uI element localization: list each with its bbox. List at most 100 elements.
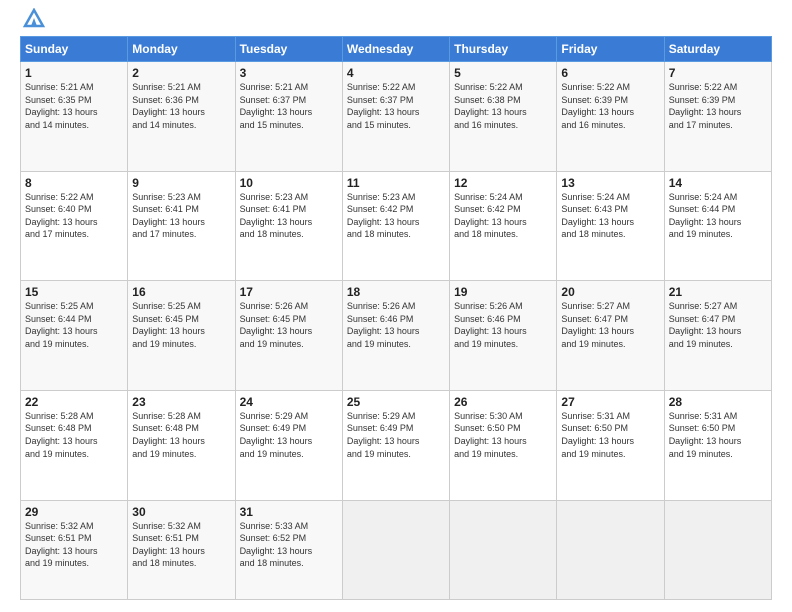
day-number: 20: [561, 285, 659, 299]
day-info: Sunrise: 5:33 AM Sunset: 6:52 PM Dayligh…: [240, 520, 338, 570]
calendar-cell: 6Sunrise: 5:22 AM Sunset: 6:39 PM Daylig…: [557, 62, 664, 172]
day-number: 9: [132, 176, 230, 190]
day-number: 25: [347, 395, 445, 409]
calendar-cell: 16Sunrise: 5:25 AM Sunset: 6:45 PM Dayli…: [128, 281, 235, 391]
calendar-cell: 19Sunrise: 5:26 AM Sunset: 6:46 PM Dayli…: [450, 281, 557, 391]
calendar-cell: [450, 500, 557, 600]
day-info: Sunrise: 5:21 AM Sunset: 6:36 PM Dayligh…: [132, 81, 230, 131]
calendar-cell: 21Sunrise: 5:27 AM Sunset: 6:47 PM Dayli…: [664, 281, 771, 391]
logo-icon: [23, 8, 45, 28]
day-info: Sunrise: 5:31 AM Sunset: 6:50 PM Dayligh…: [669, 410, 767, 460]
day-number: 3: [240, 66, 338, 80]
day-info: Sunrise: 5:28 AM Sunset: 6:48 PM Dayligh…: [132, 410, 230, 460]
calendar-cell: 12Sunrise: 5:24 AM Sunset: 6:42 PM Dayli…: [450, 171, 557, 281]
day-number: 23: [132, 395, 230, 409]
day-number: 7: [669, 66, 767, 80]
day-info: Sunrise: 5:26 AM Sunset: 6:46 PM Dayligh…: [347, 300, 445, 350]
day-info: Sunrise: 5:22 AM Sunset: 6:37 PM Dayligh…: [347, 81, 445, 131]
day-info: Sunrise: 5:25 AM Sunset: 6:44 PM Dayligh…: [25, 300, 123, 350]
calendar-cell: 30Sunrise: 5:32 AM Sunset: 6:51 PM Dayli…: [128, 500, 235, 600]
weekday-header-sunday: Sunday: [21, 37, 128, 62]
calendar-cell: 4Sunrise: 5:22 AM Sunset: 6:37 PM Daylig…: [342, 62, 449, 172]
day-info: Sunrise: 5:32 AM Sunset: 6:51 PM Dayligh…: [132, 520, 230, 570]
day-info: Sunrise: 5:28 AM Sunset: 6:48 PM Dayligh…: [25, 410, 123, 460]
day-number: 26: [454, 395, 552, 409]
day-info: Sunrise: 5:26 AM Sunset: 6:46 PM Dayligh…: [454, 300, 552, 350]
calendar-cell: 2Sunrise: 5:21 AM Sunset: 6:36 PM Daylig…: [128, 62, 235, 172]
day-info: Sunrise: 5:23 AM Sunset: 6:41 PM Dayligh…: [132, 191, 230, 241]
calendar-cell: 11Sunrise: 5:23 AM Sunset: 6:42 PM Dayli…: [342, 171, 449, 281]
calendar-cell: 27Sunrise: 5:31 AM Sunset: 6:50 PM Dayli…: [557, 390, 664, 500]
calendar-cell: 1Sunrise: 5:21 AM Sunset: 6:35 PM Daylig…: [21, 62, 128, 172]
day-info: Sunrise: 5:25 AM Sunset: 6:45 PM Dayligh…: [132, 300, 230, 350]
calendar-cell: [664, 500, 771, 600]
calendar-table: SundayMondayTuesdayWednesdayThursdayFrid…: [20, 36, 772, 600]
day-info: Sunrise: 5:24 AM Sunset: 6:44 PM Dayligh…: [669, 191, 767, 241]
day-number: 15: [25, 285, 123, 299]
weekday-header-monday: Monday: [128, 37, 235, 62]
day-number: 18: [347, 285, 445, 299]
calendar-cell: [557, 500, 664, 600]
day-number: 1: [25, 66, 123, 80]
day-number: 4: [347, 66, 445, 80]
calendar-cell: 23Sunrise: 5:28 AM Sunset: 6:48 PM Dayli…: [128, 390, 235, 500]
day-info: Sunrise: 5:29 AM Sunset: 6:49 PM Dayligh…: [347, 410, 445, 460]
day-number: 21: [669, 285, 767, 299]
day-number: 27: [561, 395, 659, 409]
day-info: Sunrise: 5:31 AM Sunset: 6:50 PM Dayligh…: [561, 410, 659, 460]
logo: [20, 16, 45, 28]
calendar-cell: 17Sunrise: 5:26 AM Sunset: 6:45 PM Dayli…: [235, 281, 342, 391]
calendar-cell: 10Sunrise: 5:23 AM Sunset: 6:41 PM Dayli…: [235, 171, 342, 281]
calendar-cell: 3Sunrise: 5:21 AM Sunset: 6:37 PM Daylig…: [235, 62, 342, 172]
day-info: Sunrise: 5:26 AM Sunset: 6:45 PM Dayligh…: [240, 300, 338, 350]
day-number: 19: [454, 285, 552, 299]
calendar-cell: 25Sunrise: 5:29 AM Sunset: 6:49 PM Dayli…: [342, 390, 449, 500]
header: [20, 16, 772, 28]
day-number: 2: [132, 66, 230, 80]
day-number: 31: [240, 505, 338, 519]
calendar-cell: 20Sunrise: 5:27 AM Sunset: 6:47 PM Dayli…: [557, 281, 664, 391]
day-info: Sunrise: 5:27 AM Sunset: 6:47 PM Dayligh…: [669, 300, 767, 350]
day-info: Sunrise: 5:32 AM Sunset: 6:51 PM Dayligh…: [25, 520, 123, 570]
calendar-cell: 18Sunrise: 5:26 AM Sunset: 6:46 PM Dayli…: [342, 281, 449, 391]
calendar-cell: 5Sunrise: 5:22 AM Sunset: 6:38 PM Daylig…: [450, 62, 557, 172]
calendar-cell: [342, 500, 449, 600]
day-number: 8: [25, 176, 123, 190]
weekday-header-wednesday: Wednesday: [342, 37, 449, 62]
page: SundayMondayTuesdayWednesdayThursdayFrid…: [0, 0, 792, 612]
day-number: 12: [454, 176, 552, 190]
day-number: 24: [240, 395, 338, 409]
calendar-cell: 24Sunrise: 5:29 AM Sunset: 6:49 PM Dayli…: [235, 390, 342, 500]
day-number: 14: [669, 176, 767, 190]
day-info: Sunrise: 5:22 AM Sunset: 6:40 PM Dayligh…: [25, 191, 123, 241]
calendar-cell: 29Sunrise: 5:32 AM Sunset: 6:51 PM Dayli…: [21, 500, 128, 600]
day-info: Sunrise: 5:21 AM Sunset: 6:35 PM Dayligh…: [25, 81, 123, 131]
calendar-cell: 15Sunrise: 5:25 AM Sunset: 6:44 PM Dayli…: [21, 281, 128, 391]
day-number: 10: [240, 176, 338, 190]
day-info: Sunrise: 5:27 AM Sunset: 6:47 PM Dayligh…: [561, 300, 659, 350]
calendar-cell: 7Sunrise: 5:22 AM Sunset: 6:39 PM Daylig…: [664, 62, 771, 172]
day-info: Sunrise: 5:23 AM Sunset: 6:42 PM Dayligh…: [347, 191, 445, 241]
weekday-header-thursday: Thursday: [450, 37, 557, 62]
day-number: 28: [669, 395, 767, 409]
day-number: 30: [132, 505, 230, 519]
calendar-cell: 14Sunrise: 5:24 AM Sunset: 6:44 PM Dayli…: [664, 171, 771, 281]
day-number: 17: [240, 285, 338, 299]
calendar-cell: 9Sunrise: 5:23 AM Sunset: 6:41 PM Daylig…: [128, 171, 235, 281]
calendar-cell: 22Sunrise: 5:28 AM Sunset: 6:48 PM Dayli…: [21, 390, 128, 500]
day-number: 22: [25, 395, 123, 409]
calendar-cell: 28Sunrise: 5:31 AM Sunset: 6:50 PM Dayli…: [664, 390, 771, 500]
weekday-header-friday: Friday: [557, 37, 664, 62]
day-info: Sunrise: 5:22 AM Sunset: 6:38 PM Dayligh…: [454, 81, 552, 131]
calendar-cell: 8Sunrise: 5:22 AM Sunset: 6:40 PM Daylig…: [21, 171, 128, 281]
day-info: Sunrise: 5:22 AM Sunset: 6:39 PM Dayligh…: [669, 81, 767, 131]
calendar-cell: 31Sunrise: 5:33 AM Sunset: 6:52 PM Dayli…: [235, 500, 342, 600]
weekday-header-saturday: Saturday: [664, 37, 771, 62]
day-info: Sunrise: 5:21 AM Sunset: 6:37 PM Dayligh…: [240, 81, 338, 131]
day-number: 13: [561, 176, 659, 190]
day-info: Sunrise: 5:30 AM Sunset: 6:50 PM Dayligh…: [454, 410, 552, 460]
day-info: Sunrise: 5:23 AM Sunset: 6:41 PM Dayligh…: [240, 191, 338, 241]
day-number: 6: [561, 66, 659, 80]
day-number: 16: [132, 285, 230, 299]
day-info: Sunrise: 5:29 AM Sunset: 6:49 PM Dayligh…: [240, 410, 338, 460]
